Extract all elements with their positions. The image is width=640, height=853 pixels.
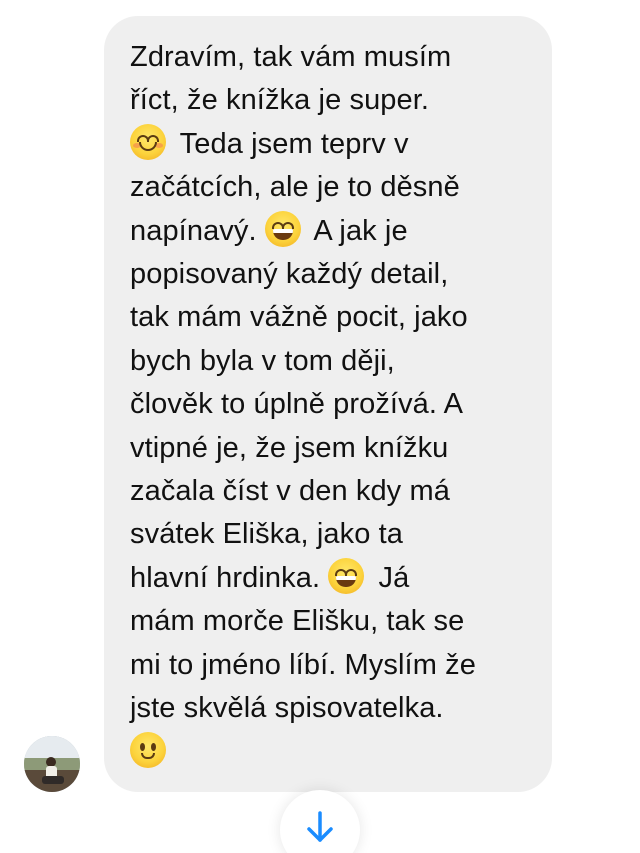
avatar[interactable] [24, 736, 80, 792]
grinning-face-icon [328, 557, 365, 594]
message-line: říct, že knížka je super. [130, 84, 430, 117]
message-line-text: A jak je [313, 214, 408, 247]
message-line: popisovaný každý detail, [130, 258, 449, 291]
message-bubble[interactable]: Zdravím, tak vám musím říct, že knížka j… [104, 16, 552, 792]
message-line: vtipné je, že jsem knížku [130, 431, 449, 464]
message-line: napínavý. A jak je [130, 210, 552, 253]
chat-view: Zdravím, tak vám musím říct, že knížka j… [0, 0, 640, 853]
smiling-face-icon [130, 123, 166, 160]
message-line: hlavní hrdinka. Já [130, 557, 552, 600]
message-line: tak mám vážně pocit, jako [130, 301, 468, 334]
message-line [130, 731, 552, 774]
message-line: Zdravím, tak vám musím [130, 41, 452, 73]
message-line: mi to jméno líbí. Myslím že [130, 648, 476, 681]
message-line: začátcích, ale je to děsně [130, 171, 460, 204]
message-line-text: Teda jsem teprv v [179, 127, 409, 160]
message-line: bych byla v tom ději, [130, 344, 395, 377]
message-line-text: hlavní hrdinka. [130, 561, 321, 594]
message-line: jste skvělá spisovatelka. [130, 692, 444, 725]
message-line: začala číst v den kdy má [130, 475, 450, 508]
message-line-text: napínavý. [130, 214, 257, 247]
message-line-text: Já [378, 561, 410, 594]
message-line: člověk to úplně prožívá. A [130, 388, 464, 421]
scroll-to-bottom-button[interactable] [280, 790, 360, 853]
arrow-down-icon [307, 811, 333, 842]
avatar-photo-icon [24, 736, 80, 792]
message-line: svátek Eliška, jako ta [130, 518, 403, 551]
message-line: Teda jsem teprv v [130, 123, 552, 166]
grinning-face-icon [264, 210, 301, 247]
slightly-smiling-face-icon [130, 731, 166, 768]
message-line: mám morče Elišku, tak se [130, 605, 465, 638]
